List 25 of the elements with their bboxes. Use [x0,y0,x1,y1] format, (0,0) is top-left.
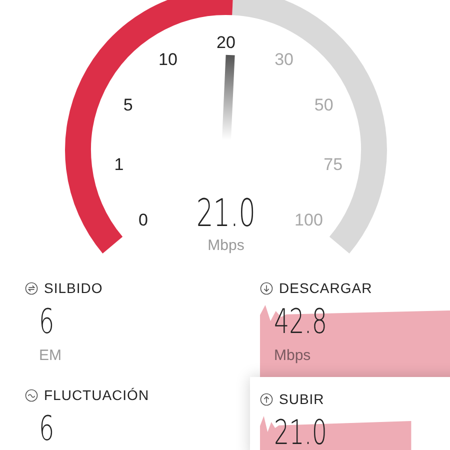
gauge-tick-label: 50 [314,95,334,114]
gauge-tick-label: 20 [216,33,236,52]
stat-value: 42.8 [274,303,327,341]
gauge-unit: Mbps [208,237,244,254]
stat-label: DESCARGAR [279,279,372,298]
stat-label: SUBIR [279,390,324,409]
gauge-tick-label: 100 [294,210,323,230]
upload-icon [260,393,273,406]
gauge-tick-label: 10 [158,50,178,69]
ping-icon [25,282,38,295]
stat-label: FLUCTUACIÓN [44,386,150,405]
stat-value: 6 [39,410,54,448]
stat-unit: EM [39,346,62,366]
gauge-tick-label: 5 [123,95,133,114]
stat-unit: Mbps [274,346,312,366]
download-icon [260,282,273,295]
stat-value: 21.0 [274,414,327,450]
gauge-tick-label: 1 [114,155,124,174]
stat-value: 6 [39,303,54,341]
wave-icon [25,389,38,402]
stat-label: SILBIDO [44,279,103,298]
gauge-tick-label: 75 [324,155,343,174]
gauge-tick-label: 30 [274,50,294,69]
gauge-value: 21.0 [196,191,256,236]
gauge-tick-label: 0 [138,210,148,230]
